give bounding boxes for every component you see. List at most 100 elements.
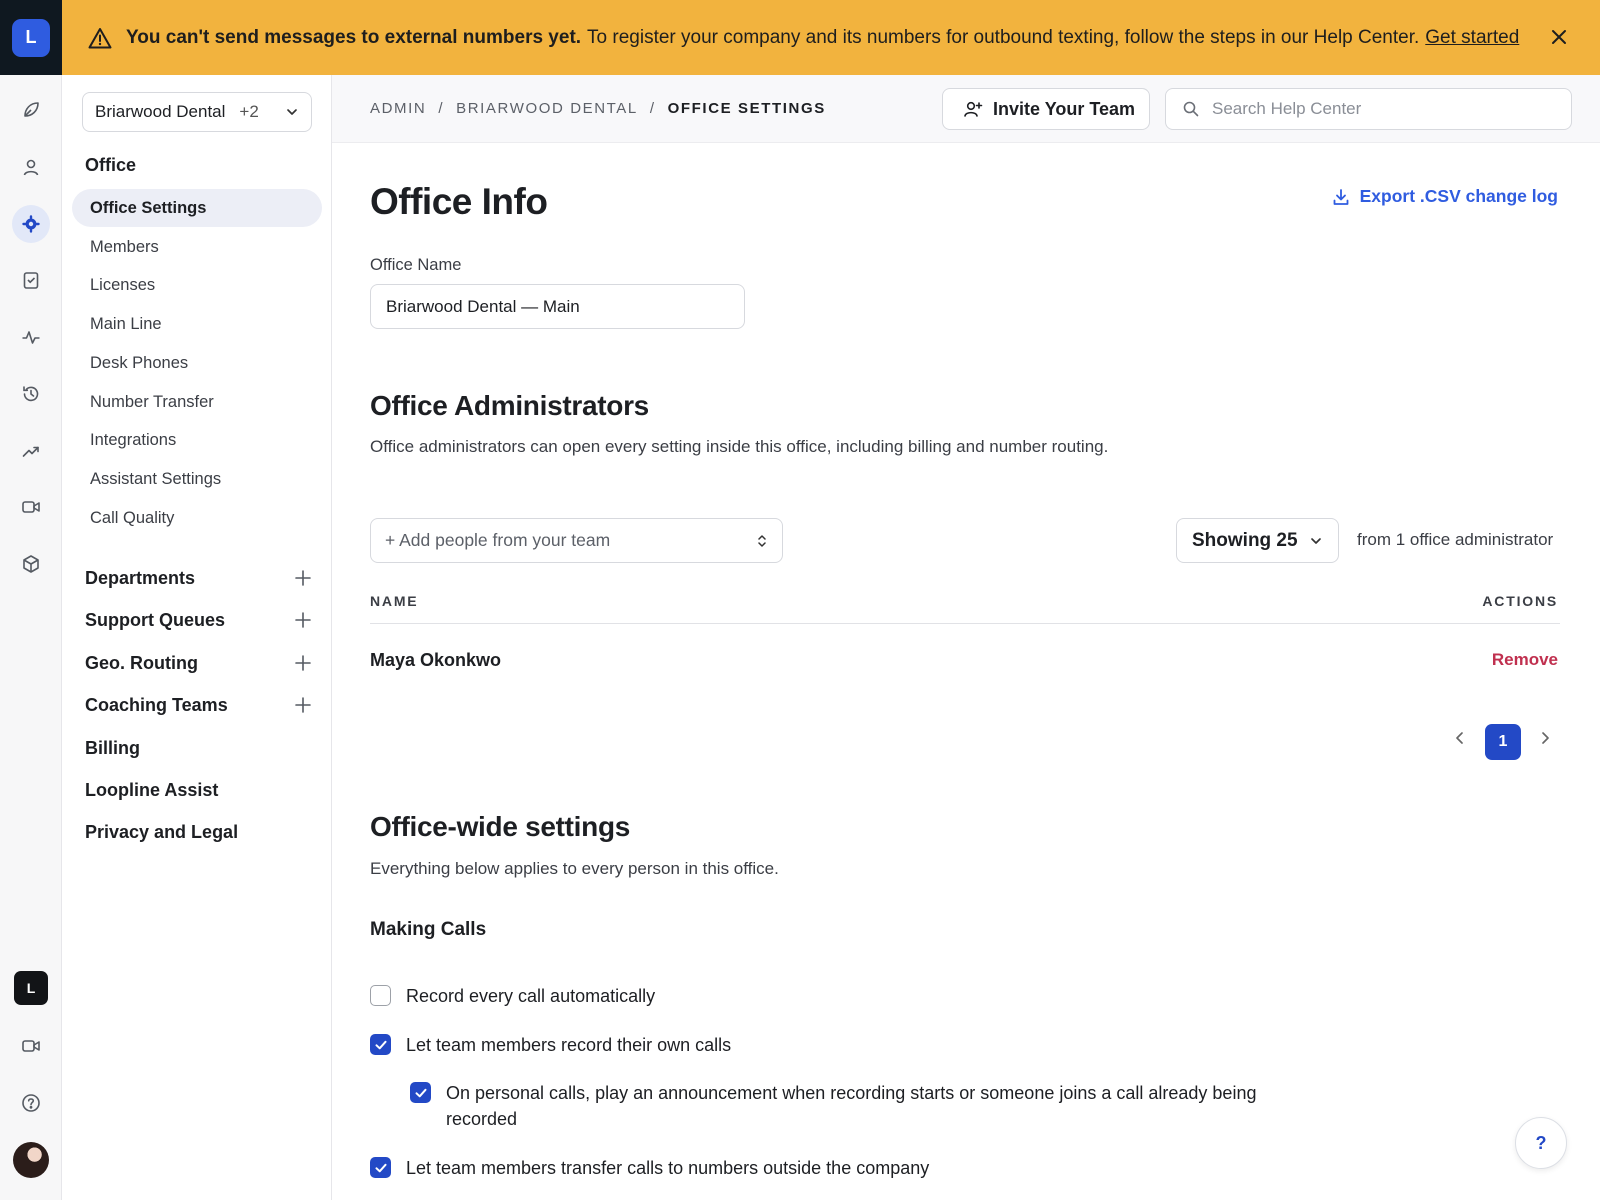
chevron-left-icon[interactable] — [1450, 728, 1470, 748]
sidebar-group-coaching-teams[interactable]: Coaching Teams — [72, 686, 322, 724]
warning-banner: You can't send messages to external numb… — [62, 0, 1600, 75]
export-csv-label: Export .CSV change log — [1359, 186, 1558, 206]
settings-sidebar: Briarwood Dental +2 Office Office Settin… — [62, 75, 332, 1200]
app-logo[interactable]: L — [12, 18, 50, 57]
updown-chevron-icon — [758, 534, 766, 547]
making-calls-heading: Making Calls — [370, 919, 487, 940]
page-header: ADMIN / BRIARWOOD DENTAL / OFFICE SETTIN… — [332, 75, 1600, 143]
workspace-badge[interactable]: L — [14, 971, 48, 1005]
sidebar-item-call-quality[interactable]: Call Quality — [72, 499, 322, 537]
option-record-every-call[interactable]: Record every call automatically — [370, 983, 655, 1009]
office-name-input[interactable] — [370, 284, 745, 329]
sidebar-group-geo-routing[interactable]: Geo. Routing — [72, 644, 322, 682]
help-circle-icon[interactable] — [12, 1084, 50, 1122]
plus-icon[interactable] — [294, 654, 312, 672]
person-icon[interactable] — [12, 148, 50, 186]
checkbox-checked[interactable] — [370, 1034, 391, 1055]
sidebar-link-billing[interactable]: Billing — [72, 729, 322, 767]
chevron-right-icon[interactable] — [1535, 728, 1555, 748]
sidebar-group-label: Coaching Teams — [85, 694, 228, 715]
sidebar-group-label: Departments — [85, 567, 196, 588]
checkbox-checked[interactable] — [410, 1082, 431, 1103]
option-label: Let team members record their own calls — [406, 1035, 732, 1055]
sidebar-item-main-line[interactable]: Main Line — [72, 305, 322, 343]
sidebar-item-office-settings[interactable]: Office Settings — [72, 189, 322, 227]
column-header-name: NAME — [370, 593, 419, 609]
video-icon[interactable] — [12, 1027, 50, 1065]
invite-team-button[interactable]: Invite Your Team — [942, 88, 1150, 130]
help-fab-button[interactable]: ? — [1515, 1117, 1567, 1169]
page-size-label: Showing 25 — [1192, 529, 1298, 551]
plus-icon[interactable] — [294, 611, 312, 629]
sidebar-item-desk-phones[interactable]: Desk Phones — [72, 344, 322, 382]
plus-icon[interactable] — [294, 569, 312, 587]
gear-icon[interactable] — [12, 205, 50, 243]
banner-title: You can't send messages to external numb… — [126, 26, 582, 48]
export-csv-button[interactable]: Export .CSV change log — [1332, 186, 1558, 207]
office-wide-description: Everything below applies to every person… — [370, 859, 779, 878]
sidebar-item-assistant-settings[interactable]: Assistant Settings — [72, 460, 322, 498]
breadcrumb-current: OFFICE SETTINGS — [667, 100, 826, 117]
option-recording-announcement[interactable]: On personal calls, play an announcement … — [410, 1080, 1290, 1132]
breadcrumb-admin[interactable]: ADMIN — [370, 100, 426, 117]
add-people-placeholder: + Add people from your team — [385, 530, 611, 550]
sidebar-link-privacy-legal[interactable]: Privacy and Legal — [72, 813, 322, 851]
sidebar-group-label: Support Queues — [85, 609, 226, 630]
option-label: Let team members transfer calls to numbe… — [406, 1158, 930, 1178]
user-avatar[interactable] — [13, 1142, 49, 1178]
checkbox[interactable] — [370, 985, 391, 1006]
admins-heading: Office Administrators — [370, 390, 649, 421]
office-switcher-count: +2 — [239, 102, 259, 121]
close-icon[interactable] — [1546, 24, 1572, 50]
top-bar: L You can't send messages to external nu… — [0, 0, 1600, 75]
office-name-label: Office Name — [370, 256, 462, 274]
breadcrumb-separator: / — [438, 100, 445, 117]
option-record-own-calls[interactable]: Let team members record their own calls — [370, 1032, 731, 1058]
add-person-icon — [964, 101, 983, 117]
banner-text: To register your company and its numbers… — [587, 26, 1420, 48]
check-icon — [375, 1163, 386, 1172]
breadcrumb-office[interactable]: BRIARWOOD DENTAL — [456, 100, 638, 117]
video-icon[interactable] — [12, 488, 50, 526]
admin-row-name: Maya Okonkwo — [370, 650, 502, 670]
checkbox-checked[interactable] — [370, 1157, 391, 1178]
option-label: Record every call automatically — [406, 986, 656, 1006]
download-icon — [1333, 188, 1349, 205]
chevron-down-icon — [287, 109, 297, 115]
history-icon[interactable] — [12, 375, 50, 413]
add-people-select[interactable]: + Add people from your team — [370, 518, 783, 563]
option-label: On personal calls, play an announcement … — [446, 1083, 1257, 1129]
search-icon — [1183, 101, 1199, 117]
sidebar-item-integrations[interactable]: Integrations — [72, 421, 322, 459]
admins-description: Office administrators can open every set… — [370, 437, 1109, 456]
pagination-current-page[interactable]: 1 — [1485, 724, 1521, 760]
plus-icon[interactable] — [294, 696, 312, 714]
search-input[interactable] — [1212, 99, 1552, 119]
banner-get-started-link[interactable]: Get started — [1425, 27, 1519, 49]
sidebar-link-loopline-assist[interactable]: Loopline Assist — [72, 771, 322, 809]
check-icon — [415, 1088, 426, 1097]
warning-icon — [88, 27, 112, 48]
invite-team-label: Invite Your Team — [993, 98, 1136, 119]
activity-icon[interactable] — [12, 318, 50, 356]
checklist-icon[interactable] — [12, 261, 50, 299]
sidebar-item-members[interactable]: Members — [72, 228, 322, 266]
rocket-icon[interactable] — [12, 91, 50, 129]
sidebar-group-departments[interactable]: Departments — [72, 559, 322, 597]
table-divider — [370, 623, 1560, 624]
sidebar-section-office: Office — [85, 155, 137, 175]
page-size-select[interactable]: Showing 25 — [1176, 518, 1339, 563]
column-header-actions: ACTIONS — [1482, 593, 1558, 609]
cube-icon[interactable] — [12, 545, 50, 583]
check-icon — [375, 1040, 386, 1049]
sidebar-item-number-transfer[interactable]: Number Transfer — [72, 383, 322, 421]
sidebar-item-licenses[interactable]: Licenses — [72, 266, 322, 304]
help-search[interactable] — [1165, 88, 1572, 130]
office-wide-heading: Office-wide settings — [370, 811, 631, 842]
option-external-transfer[interactable]: Let team members transfer calls to numbe… — [370, 1155, 929, 1181]
remove-admin-button[interactable]: Remove — [1492, 650, 1558, 670]
office-switcher[interactable]: Briarwood Dental +2 — [82, 92, 312, 132]
icon-rail: L — [0, 75, 62, 1200]
sidebar-group-support-queues[interactable]: Support Queues — [72, 601, 322, 639]
trend-icon[interactable] — [12, 432, 50, 470]
